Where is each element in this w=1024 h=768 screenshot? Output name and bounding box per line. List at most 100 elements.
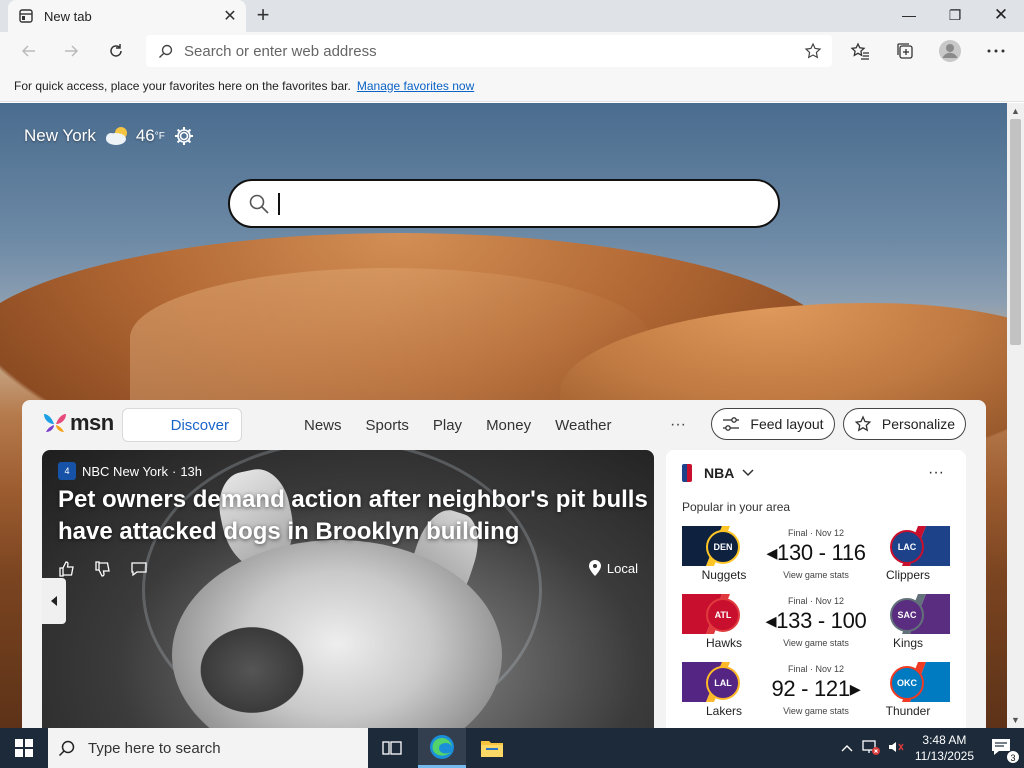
minimize-button[interactable]: — [886,0,932,30]
like-button[interactable] [56,558,78,580]
article-source[interactable]: 4 NBC New York · 13h [58,462,202,480]
search-icon [58,740,75,757]
feed-layout-button[interactable]: Feed layout [711,408,835,440]
thumbs-down-icon [95,561,110,577]
notification-center-button[interactable]: 3 [990,737,1020,764]
start-button[interactable] [0,728,48,768]
thumbs-up-icon [59,561,74,577]
msn-wordmark: msn [70,410,114,435]
refresh-icon [110,44,122,57]
tab-sports[interactable]: Sports [366,417,409,434]
team-logo-right-icon: SAC [890,598,924,632]
scroll-up-arrow-icon[interactable]: ▲ [1011,106,1020,116]
team-logo-left-icon: LAL [706,666,740,700]
tab-news[interactable]: News [304,417,342,434]
msn-logo[interactable]: msn [42,410,114,436]
team-logo-left-icon: DEN [706,530,740,564]
restore-button[interactable]: ❐ [932,0,978,30]
weather-widget[interactable]: New York 46 °F [24,125,195,147]
team-name-right[interactable]: Kings [868,636,948,650]
local-tag[interactable]: Local [588,560,638,576]
profile-button[interactable] [935,36,965,66]
scroll-down-arrow-icon[interactable]: ▼ [1011,715,1020,725]
collections-icon [897,43,913,59]
game-score: ◂133 - 100 [765,608,867,633]
edge-taskbar-button[interactable] [418,728,466,768]
nba-more-button[interactable]: ··· [928,464,944,482]
windows-logo-icon [15,739,33,757]
new-tab-button[interactable]: + [252,2,274,27]
tab-title: New tab [44,8,92,24]
team-name-right[interactable]: Clippers [868,568,948,582]
browser-toolbar: Search or enter web address [0,32,1024,70]
game-stats-link[interactable]: View game stats [766,638,866,648]
carousel-previous-button[interactable] [42,578,66,624]
favorites-bar: For quick access, place your favorites h… [0,70,1024,102]
article-title[interactable]: Pet owners demand action after neighbor'… [58,484,648,548]
tab-weather[interactable]: Weather [555,417,611,434]
game-score: 92 - 121▸ [771,676,861,701]
game-row[interactable]: LAL OKC Lakers Thunder Final · Nov 12 92… [682,662,950,722]
new-tab-page-icon [19,9,33,23]
volume-button[interactable] [887,739,905,758]
web-search-box[interactable] [228,179,780,228]
game-status: Final · Nov 12 [787,664,845,674]
game-row[interactable]: ATL SAC Hawks Kings Final · Nov 12 ◂133 … [682,594,950,654]
team-name-right[interactable]: Thunder [868,704,948,718]
network-button[interactable] [861,739,881,758]
source-separator: · [171,463,177,479]
local-tag-label: Local [606,560,638,576]
nba-title: NBA [704,465,735,481]
collections-button[interactable] [890,36,920,66]
nba-scores-widget: NBA ··· Popular in your area DEN LAC Nug… [666,450,966,728]
title-bar: New tab ✕ + — ❐ ✕ [0,0,1024,32]
nba-subtitle: Popular in your area [682,500,791,514]
dislike-button[interactable] [92,558,114,580]
comment-icon [131,562,147,577]
close-window-button[interactable]: ✕ [978,0,1024,30]
favorites-list-icon [850,42,869,60]
msn-nav-tabs: Discover News Sports Play Money Weather [122,408,612,442]
folder-icon [481,741,503,757]
back-button[interactable] [14,36,44,66]
more-tabs-button[interactable]: ··· [670,416,686,434]
file-explorer-button[interactable] [468,728,516,768]
team-name-left[interactable]: Hawks [684,636,764,650]
hero-article[interactable]: 4 NBC New York · 13h Pet owners demand a… [42,450,654,728]
tab-new-tab[interactable]: New tab ✕ [8,0,246,32]
weather-temperature: 46 [135,126,155,145]
scrollbar-thumb[interactable] [1010,119,1021,345]
volume-muted-icon [888,741,904,752]
game-stats-link[interactable]: View game stats [766,570,866,580]
favorites-button[interactable] [845,36,875,66]
address-bar[interactable]: Search or enter web address [146,35,832,67]
taskbar-search-box[interactable]: Type here to search [48,728,368,768]
team-name-left[interactable]: Lakers [684,704,764,718]
settings-and-more-button[interactable] [981,36,1011,66]
nba-league-selector[interactable]: NBA [682,464,754,482]
game-stats-link[interactable]: View game stats [766,706,866,716]
team-logo-left-icon: ATL [706,598,740,632]
team-name-left[interactable]: Nuggets [684,568,764,582]
refresh-button[interactable] [101,36,131,66]
partly-cloudy-icon [105,127,127,145]
gear-icon[interactable] [173,125,195,147]
comment-button[interactable] [128,558,150,580]
sliders-icon [723,417,740,431]
task-view-button[interactable] [368,728,416,768]
taskbar-clock[interactable]: 3:48 AM 11/13/2025 [915,732,974,764]
game-status: Final · Nov 12 [787,528,845,538]
favorite-star-icon[interactable] [804,42,822,60]
forward-button[interactable] [56,36,86,66]
game-row[interactable]: DEN LAC Nuggets Clippers Final · Nov 12 … [682,526,950,586]
personalize-button[interactable]: Personalize [843,408,966,440]
show-hidden-icons-button[interactable] [841,741,853,755]
tab-close-button[interactable]: ✕ [220,6,240,26]
tab-play[interactable]: Play [433,417,462,434]
tab-discover[interactable]: Discover [122,408,242,442]
msn-butterfly-icon [44,414,66,432]
manage-favorites-link[interactable]: Manage favorites now [357,79,474,93]
tab-money[interactable]: Money [486,417,531,434]
personalize-label: Personalize [881,416,956,432]
vertical-scrollbar[interactable]: ▲ ▼ [1007,103,1024,728]
